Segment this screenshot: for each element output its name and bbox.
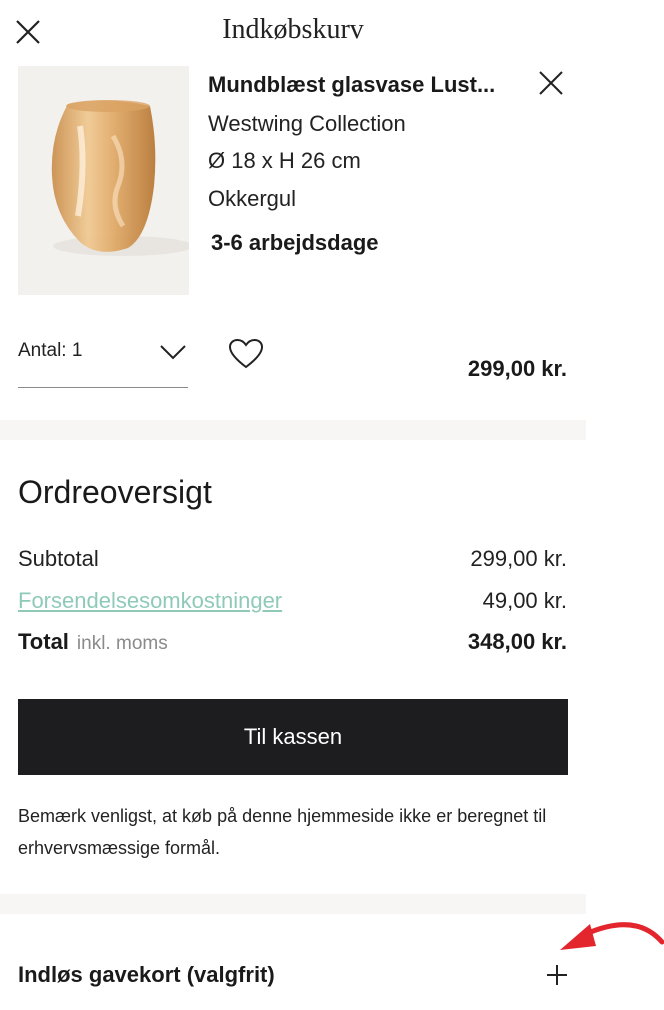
total-vat-note: inkl. moms	[76, 633, 168, 654]
red-arrow-icon	[560, 922, 664, 950]
quantity-label: Antal: 1	[18, 340, 83, 361]
product-color: Okkergul	[208, 186, 297, 211]
item-price: 299,00 kr.	[467, 356, 567, 381]
product-dimensions: Ø 18 x H 26 cm	[208, 148, 361, 173]
shipping-link[interactable]: Forsendelsesomkostninger	[18, 588, 282, 614]
plus-icon	[547, 965, 567, 985]
chevron-down-icon	[160, 345, 186, 360]
subtotal-label: Subtotal	[18, 546, 99, 571]
summary-title: Ordreoversigt	[18, 474, 212, 510]
total-label: Total	[18, 629, 69, 654]
subtotal-value: 299,00 kr.	[470, 546, 567, 571]
remove-item-button[interactable]	[538, 70, 564, 96]
business-purchase-note: Bemærk venligst, at køb på denne hjemmes…	[18, 806, 547, 858]
quantity-select[interactable]: Antal: 1	[18, 334, 188, 388]
section-divider	[0, 420, 586, 440]
delivery-time: 3-6 arbejdsdage	[211, 230, 379, 255]
heart-icon	[228, 338, 264, 369]
gift-card-toggle[interactable]: Indløs gavekort (valgfrit)	[18, 962, 275, 988]
checkout-button[interactable]: Til kassen	[18, 699, 568, 775]
total-value: 348,00 kr.	[467, 629, 567, 654]
glass-vase-image	[51, 100, 193, 256]
product-name[interactable]: Mundblæst glasvase Lust...	[208, 72, 495, 98]
total-row: Total inkl. moms	[18, 629, 168, 655]
product-brand: Westwing Collection	[208, 111, 406, 136]
product-image[interactable]	[18, 66, 193, 295]
close-icon	[539, 71, 563, 95]
page-title: Indkøbskurv	[222, 14, 364, 45]
gift-card-expand-button[interactable]	[546, 964, 568, 986]
shipping-value: 49,00 kr.	[482, 588, 567, 613]
section-divider	[0, 894, 586, 914]
wishlist-button[interactable]	[228, 338, 264, 370]
